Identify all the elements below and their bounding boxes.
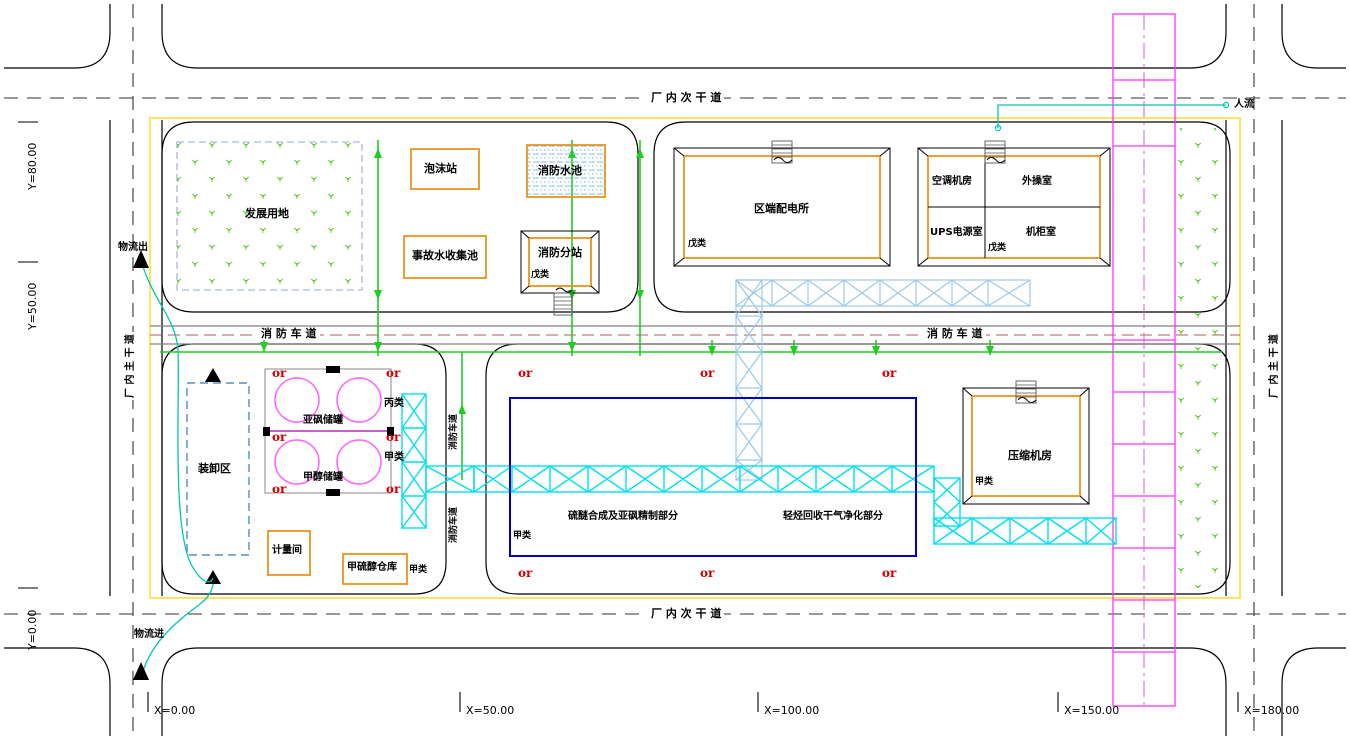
fire-hydrant-icon: or: [386, 430, 401, 444]
pipe-rack-tankfarm-cyan: [401, 393, 475, 529]
fire-hydrant-icon: or: [386, 482, 401, 496]
road-label-bottom-secondary: 厂 内 次 干 道: [648, 608, 725, 619]
axis-label-y-0: Y=0.00: [26, 609, 39, 650]
flow-label-logistics-out: 物流出: [118, 242, 148, 253]
axis-label-x-100: X=100.00: [764, 704, 820, 717]
fire-hydrant-icon: or: [272, 482, 287, 496]
road-kerbs: [4, 4, 1346, 736]
fire-hydrant-icon: or: [882, 366, 897, 380]
hazard-label-control-building: 戊类: [988, 243, 1007, 253]
fire-hydrant-icon: or: [386, 366, 401, 380]
building-label-district-substation: 区端配电所: [754, 202, 809, 215]
room-label-ac-machine-room: 空调机房: [932, 176, 972, 187]
road-label-fire-lane-vertical-bottom: 消防车道: [449, 504, 459, 545]
building-label-accident-water-pool: 事故水收集池: [412, 249, 478, 262]
fire-hydrant-icon: or: [272, 430, 287, 444]
hazard-label-compressor-house: 甲类: [975, 477, 994, 487]
hazard-label-district-substation: 戊类: [688, 239, 707, 249]
tank-label-sulfoxide: 亚砜储罐: [303, 415, 343, 426]
axis-label-x-150: X=150.00: [1064, 704, 1120, 717]
axis-label-x-180: X=180.00: [1244, 704, 1300, 717]
axis-label-y-50: Y=50.00: [26, 282, 39, 330]
hazard-label-mercaptan-warehouse: 甲类: [409, 565, 428, 575]
road-centerlines: [4, 4, 1346, 736]
flow-arrowheads: [133, 250, 149, 680]
pipe-rack-north: [735, 279, 1031, 307]
hazard-label-fire-substation: 戊类: [531, 270, 550, 280]
pipe-rack-main-cyan: [473, 465, 935, 493]
building-label-foam-station: 泡沫站: [424, 162, 457, 175]
greenery-strip: [1168, 128, 1226, 588]
axis-label-x-0: X=0.00: [154, 704, 196, 717]
road-label-right-main: 厂 内 主 干 道: [1269, 332, 1280, 400]
building-label-fire-substation: 消防分站: [538, 246, 582, 259]
building-control-room: [917, 140, 1111, 267]
process-section-label-2: 轻烃回收干气净化部分: [783, 511, 883, 522]
road-label-fire-lane-vertical-top: 消防车道: [449, 411, 459, 452]
hazard-label-methanol-tank: 甲类: [384, 452, 404, 463]
road-label-left-main: 厂 内 主 干 道: [125, 332, 136, 400]
hazard-label-process-block: 甲类: [513, 531, 532, 541]
building-label-mercaptan-warehouse: 甲硫醇仓库: [347, 562, 397, 573]
room-label-cabinet: 机柜室: [1026, 227, 1056, 238]
area-label-development-land: 发展用地: [245, 207, 289, 220]
axis-label-x-50: X=50.00: [466, 704, 515, 717]
axis-label-y-80: Y=80.00: [26, 142, 39, 190]
fire-hydrant-icon: or: [882, 566, 897, 580]
hazard-label-sulfoxide-tank: 丙类: [384, 398, 404, 409]
fire-hydrant-icon: or: [518, 566, 533, 580]
room-label-ups-power: UPS电源室: [930, 227, 983, 238]
tank-label-methanol: 甲醇储罐: [303, 472, 343, 483]
fire-hydrant-icon: or: [700, 366, 715, 380]
flow-label-pedestrian: 人流: [1234, 99, 1254, 110]
plot-plan-vector: [4, 4, 1346, 736]
loading-unloading-zone: [186, 368, 250, 584]
road-label-fire-lane-right: 消 防 车 道: [924, 328, 986, 339]
fire-hydrant-icon: or: [518, 366, 533, 380]
fire-hydrant-icon: or: [272, 366, 287, 380]
process-section-label-1: 硫醚合成及亚砜精制部分: [568, 511, 678, 522]
area-label-loading-zone: 装卸区: [198, 462, 231, 475]
road-label-top-secondary: 厂 内 次 干 道: [648, 92, 725, 103]
flow-label-logistics-in: 物流进: [134, 629, 164, 640]
road-label-fire-lane-left: 消 防 车 道: [258, 328, 320, 339]
building-label-compressor-house: 压缩机房: [1008, 449, 1052, 462]
building-label-metering-room: 计量间: [272, 545, 302, 556]
building-label-fire-water-pool: 消防水池: [538, 164, 582, 177]
plot-plan-canvas: Y=80.00 Y=50.00 Y=0.00 X=0.00 X=50.00 X=…: [0, 0, 1350, 740]
fire-hydrant-icon: or: [700, 566, 715, 580]
room-label-outdoor-operation: 外操室: [1022, 176, 1052, 187]
pipe-rack-vertical: [735, 279, 763, 481]
